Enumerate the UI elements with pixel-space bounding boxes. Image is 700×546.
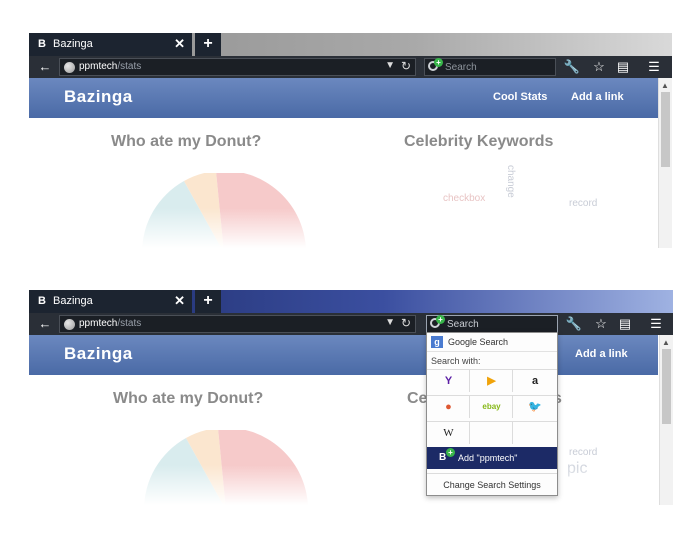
- donut-title: Who ate my Donut?: [111, 133, 262, 150]
- yahoo-icon[interactable]: Y: [428, 370, 470, 392]
- tab-bazinga[interactable]: B Bazinga ✕: [29, 33, 192, 56]
- scroll-up-icon[interactable]: ▲: [662, 338, 670, 347]
- nav-add-link[interactable]: Add a link: [571, 91, 624, 103]
- globe-icon: [64, 319, 75, 330]
- cloud-word: pic: [567, 460, 588, 477]
- search-input[interactable]: + Search: [426, 315, 558, 333]
- search-placeholder: Search: [445, 62, 477, 73]
- google-search-label: Google Search: [448, 337, 509, 347]
- reload-icon[interactable]: ↻: [401, 59, 411, 73]
- clipboard-icon[interactable]: ▤: [616, 316, 634, 332]
- donut-title: Who ate my Donut?: [113, 390, 264, 407]
- clipboard-icon[interactable]: ▤: [614, 59, 632, 75]
- add-badge-icon: +: [446, 448, 455, 457]
- star-icon[interactable]: ☆: [590, 59, 608, 75]
- cloud-word: record: [569, 447, 598, 458]
- tab-strip: B Bazinga ✕ +: [29, 33, 672, 56]
- tab-title: Bazinga: [53, 38, 93, 50]
- reload-icon[interactable]: ↻: [401, 316, 411, 330]
- url-bar[interactable]: ppmtech/stats ▼ ↻: [59, 58, 416, 76]
- bing-icon[interactable]: ▶: [471, 370, 513, 392]
- scroll-thumb[interactable]: [661, 92, 670, 167]
- nav-bar: ← ppmtech/stats ▼ ↻ + Search 🔧 ☆ ▤ ☰: [29, 313, 673, 335]
- duckduckgo-icon[interactable]: ●: [428, 396, 470, 418]
- empty-engine-slot: [471, 422, 513, 444]
- add-engine-badge-icon: +: [436, 315, 445, 324]
- tab-strip: B Bazinga ✕ +: [29, 290, 673, 313]
- nav-bar: ← ppmtech/stats ▼ ↻ + Search 🔧 ☆ ▤ ☰: [29, 56, 672, 78]
- tab-bazinga[interactable]: B Bazinga ✕: [29, 290, 192, 313]
- chevron-down-icon[interactable]: ▼: [385, 60, 395, 71]
- add-engine-badge-icon: +: [434, 58, 443, 67]
- browser-window-before: B Bazinga ✕ + ← ppmtech/stats ▼ ↻ + Sear…: [29, 33, 672, 248]
- ebay-icon[interactable]: ebay: [471, 396, 513, 418]
- add-engine-label: Add "ppmtech": [458, 453, 518, 463]
- amazon-icon[interactable]: a: [514, 370, 556, 392]
- cloud-word: checkbox: [443, 193, 486, 204]
- cloud-word: record: [569, 198, 598, 209]
- keywords-title: Celebrity Keywords: [404, 133, 554, 150]
- menu-icon[interactable]: ☰: [645, 59, 663, 75]
- tab-favicon: B: [38, 295, 46, 307]
- search-input[interactable]: + Search: [424, 58, 556, 76]
- url-text: ppmtech/stats: [79, 318, 142, 329]
- browser-window-after: B Bazinga ✕ + ← ppmtech/stats ▼ ↻ + Sear…: [29, 290, 673, 505]
- wikipedia-icon[interactable]: W: [428, 422, 470, 444]
- nav-add-link[interactable]: Add a link: [575, 348, 628, 360]
- close-icon[interactable]: ✕: [174, 293, 185, 309]
- menu-icon[interactable]: ☰: [647, 316, 665, 332]
- tab-title: Bazinga: [53, 295, 93, 307]
- chevron-down-icon[interactable]: ▼: [385, 317, 395, 328]
- tab-favicon: B: [38, 38, 46, 50]
- keywords-title-partial: Ce: [407, 390, 428, 407]
- scrollbar[interactable]: ▲: [658, 78, 672, 248]
- donut-chart: [144, 430, 308, 505]
- scrollbar[interactable]: ▲: [659, 335, 673, 505]
- donut-chart: [142, 173, 306, 248]
- scroll-up-icon[interactable]: ▲: [661, 81, 669, 90]
- wrench-icon[interactable]: 🔧: [563, 59, 581, 75]
- add-search-engine-option[interactable]: B + Add "ppmtech": [427, 447, 557, 469]
- new-tab-button[interactable]: +: [195, 290, 221, 313]
- search-engine-dropdown: g Google Search Search with: Y ▶ a ● eba…: [426, 332, 558, 496]
- google-icon: g: [431, 336, 443, 348]
- google-search-option[interactable]: g Google Search: [427, 333, 557, 352]
- change-search-settings-button[interactable]: Change Search Settings: [427, 473, 557, 496]
- cloud-word: change: [505, 165, 516, 198]
- search-placeholder: Search: [447, 319, 479, 330]
- star-icon[interactable]: ☆: [592, 316, 610, 332]
- new-tab-button[interactable]: +: [195, 33, 221, 56]
- wrench-icon[interactable]: 🔧: [565, 316, 583, 332]
- site-header: Bazinga Cool Stats Add a link: [29, 78, 658, 118]
- scroll-thumb[interactable]: [662, 349, 671, 424]
- url-bar[interactable]: ppmtech/stats ▼ ↻: [59, 315, 416, 333]
- site-logo[interactable]: Bazinga: [64, 344, 133, 364]
- twitter-icon[interactable]: 🐦: [514, 396, 556, 418]
- globe-icon: [64, 62, 75, 73]
- nav-cool-stats[interactable]: Cool Stats: [493, 91, 547, 103]
- url-text: ppmtech/stats: [79, 61, 142, 72]
- search-with-label: Search with:: [431, 356, 481, 366]
- close-icon[interactable]: ✕: [174, 36, 185, 52]
- site-header: Bazinga Add a link: [29, 335, 658, 375]
- site-favicon-icon: B: [439, 452, 447, 463]
- back-button[interactable]: ←: [35, 316, 55, 332]
- back-button[interactable]: ←: [35, 59, 55, 75]
- site-logo[interactable]: Bazinga: [64, 87, 133, 107]
- fade-overlay: [29, 465, 659, 505]
